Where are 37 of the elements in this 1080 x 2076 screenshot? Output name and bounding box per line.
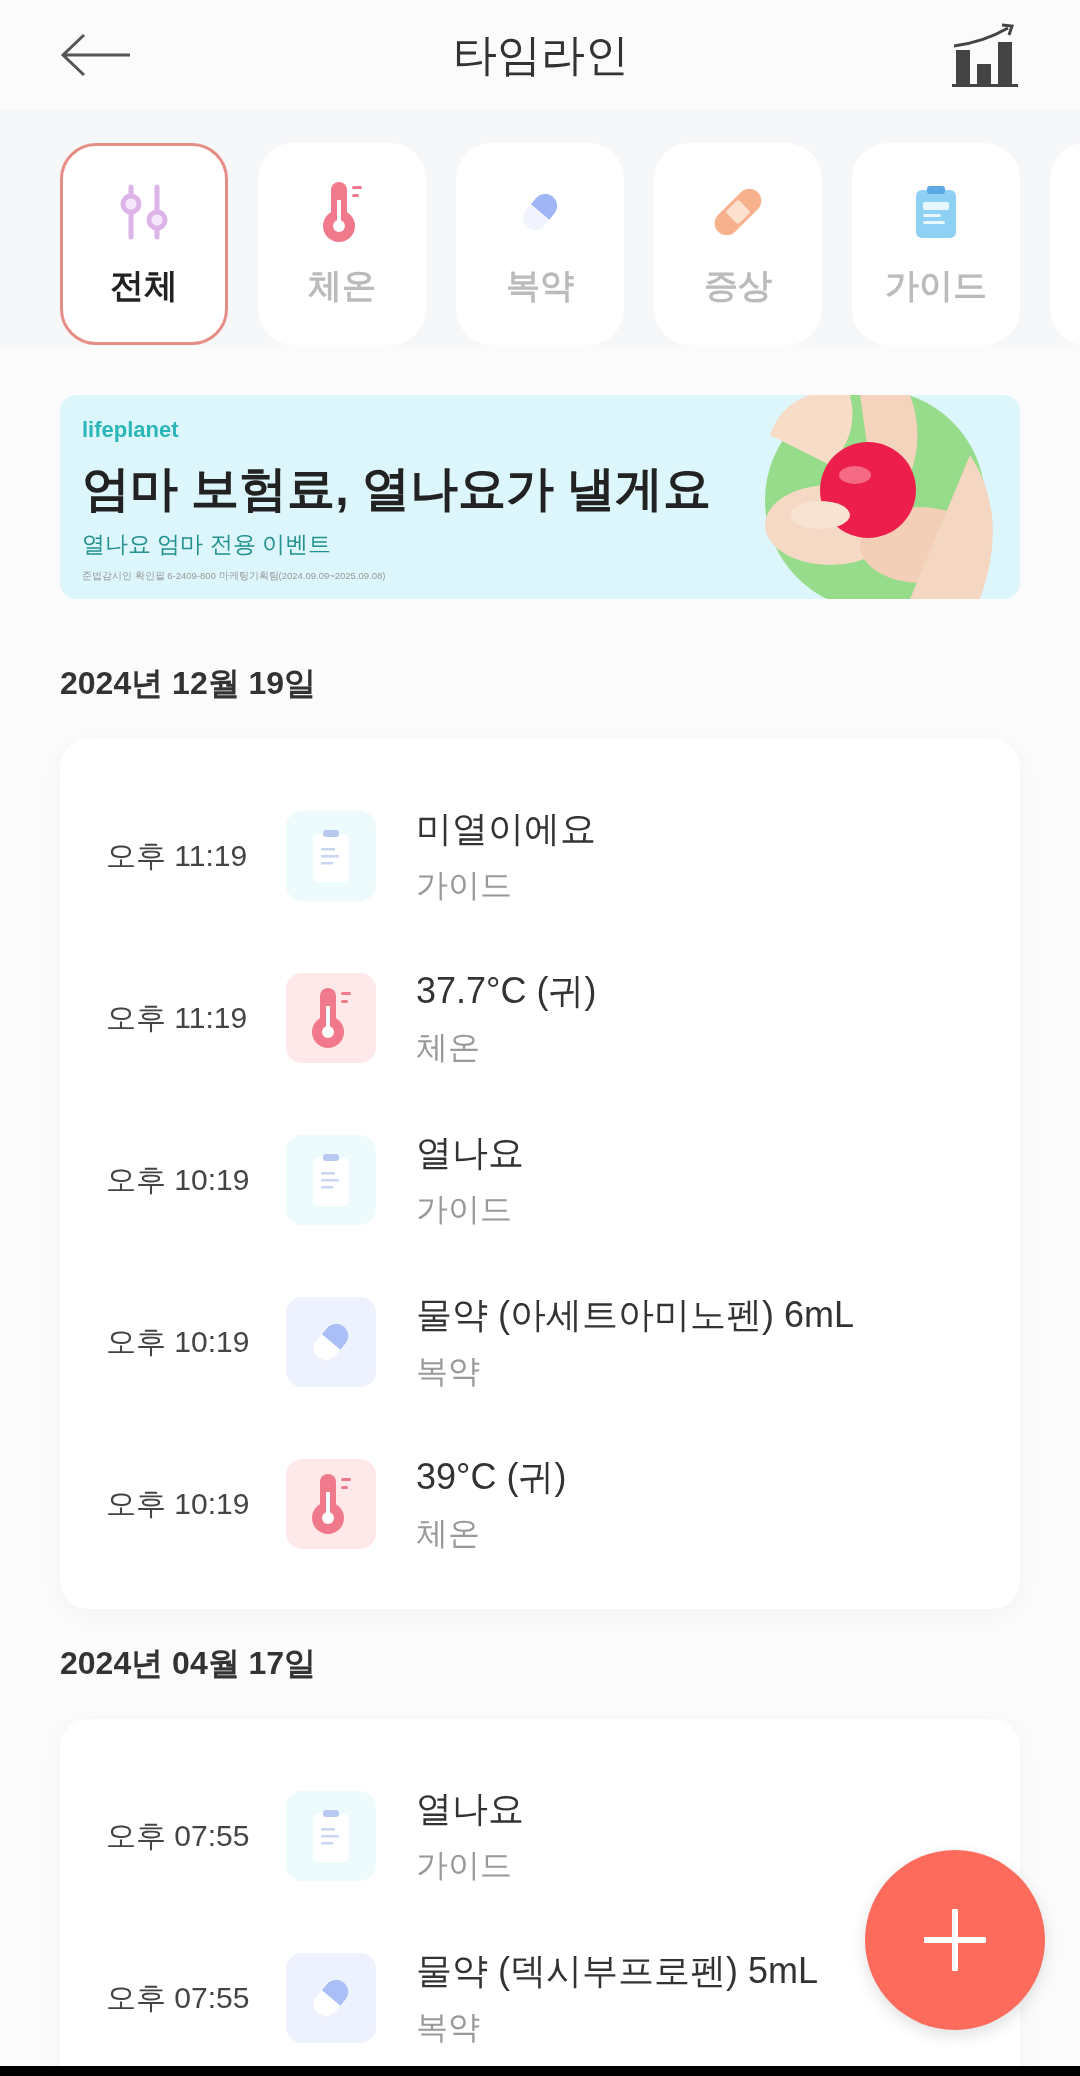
back-button[interactable] xyxy=(60,33,132,77)
entry-title[interactable]: 39°C (귀) xyxy=(416,1452,567,1502)
plus-icon xyxy=(924,1909,986,1971)
entry-category: 복약 xyxy=(416,2007,481,2047)
entry-title[interactable]: 미열이에요 xyxy=(416,804,596,854)
clipboard-icon xyxy=(311,1808,351,1864)
chart-button[interactable] xyxy=(950,22,1020,88)
entry-category: 체온 xyxy=(416,1027,481,1067)
filter-tab[interactable]: 전체 xyxy=(60,143,228,345)
entry-time: 오후 07:55 xyxy=(106,1817,251,1854)
disclaimer-text: 준법감시인 확인필 6-2409-800 마케팅기획팀(2024.09.09~2025.09.08) xyxy=(82,570,387,583)
entry-title[interactable]: 물약 (아세트아미노펜) 6mL xyxy=(416,1290,854,1340)
entry-time: 오후 11:19 xyxy=(106,837,249,874)
page-title: 타임라인 xyxy=(453,28,629,81)
clipboard-icon xyxy=(914,184,958,240)
date-heading: 2024년 04월 17일 xyxy=(60,1644,318,1683)
entry-category: 체온 xyxy=(416,1513,481,1553)
entry-title[interactable]: 37.7°C (귀) xyxy=(416,966,597,1016)
entry-time: 오후 07:55 xyxy=(106,1979,251,2016)
entry-category: 가이드 xyxy=(416,1189,513,1229)
entry-time: 오후 10:19 xyxy=(106,1485,251,1522)
date-heading: 2024년 12월 19일 xyxy=(60,664,318,703)
entry-time: 오후 11:19 xyxy=(106,999,249,1036)
clipboard-icon xyxy=(311,828,351,884)
banner-title: 엄마 보험료, 열나요가 낼게요 xyxy=(82,461,712,517)
banner-subtitle: 열나요 엄마 전용 이벤트 xyxy=(82,530,333,559)
entry-title[interactable]: 열나요 xyxy=(416,1128,524,1178)
clipboard-icon xyxy=(311,1152,351,1208)
entry-title[interactable]: 열나요 xyxy=(416,1784,524,1834)
brand-name: lifeplanet xyxy=(82,417,180,443)
entry-category: 가이드 xyxy=(416,1845,513,1885)
entry-category: 복약 xyxy=(416,1351,481,1391)
entry-time: 오후 10:19 xyxy=(106,1161,251,1198)
entry-category: 가이드 xyxy=(416,865,513,905)
entry-title[interactable]: 물약 (덱시부프로펜) 5mL xyxy=(416,1946,818,1996)
promo-banner[interactable]: lifeplanet 엄마 보험료, 열나요가 낼게요 열나요 엄마 전용 이벤트 준법감시인 확인필 6-2409-800 마케팅기획팀(2024.09.09~2025.09.08) xyxy=(60,395,1020,599)
entry-time: 오후 10:19 xyxy=(106,1323,251,1360)
